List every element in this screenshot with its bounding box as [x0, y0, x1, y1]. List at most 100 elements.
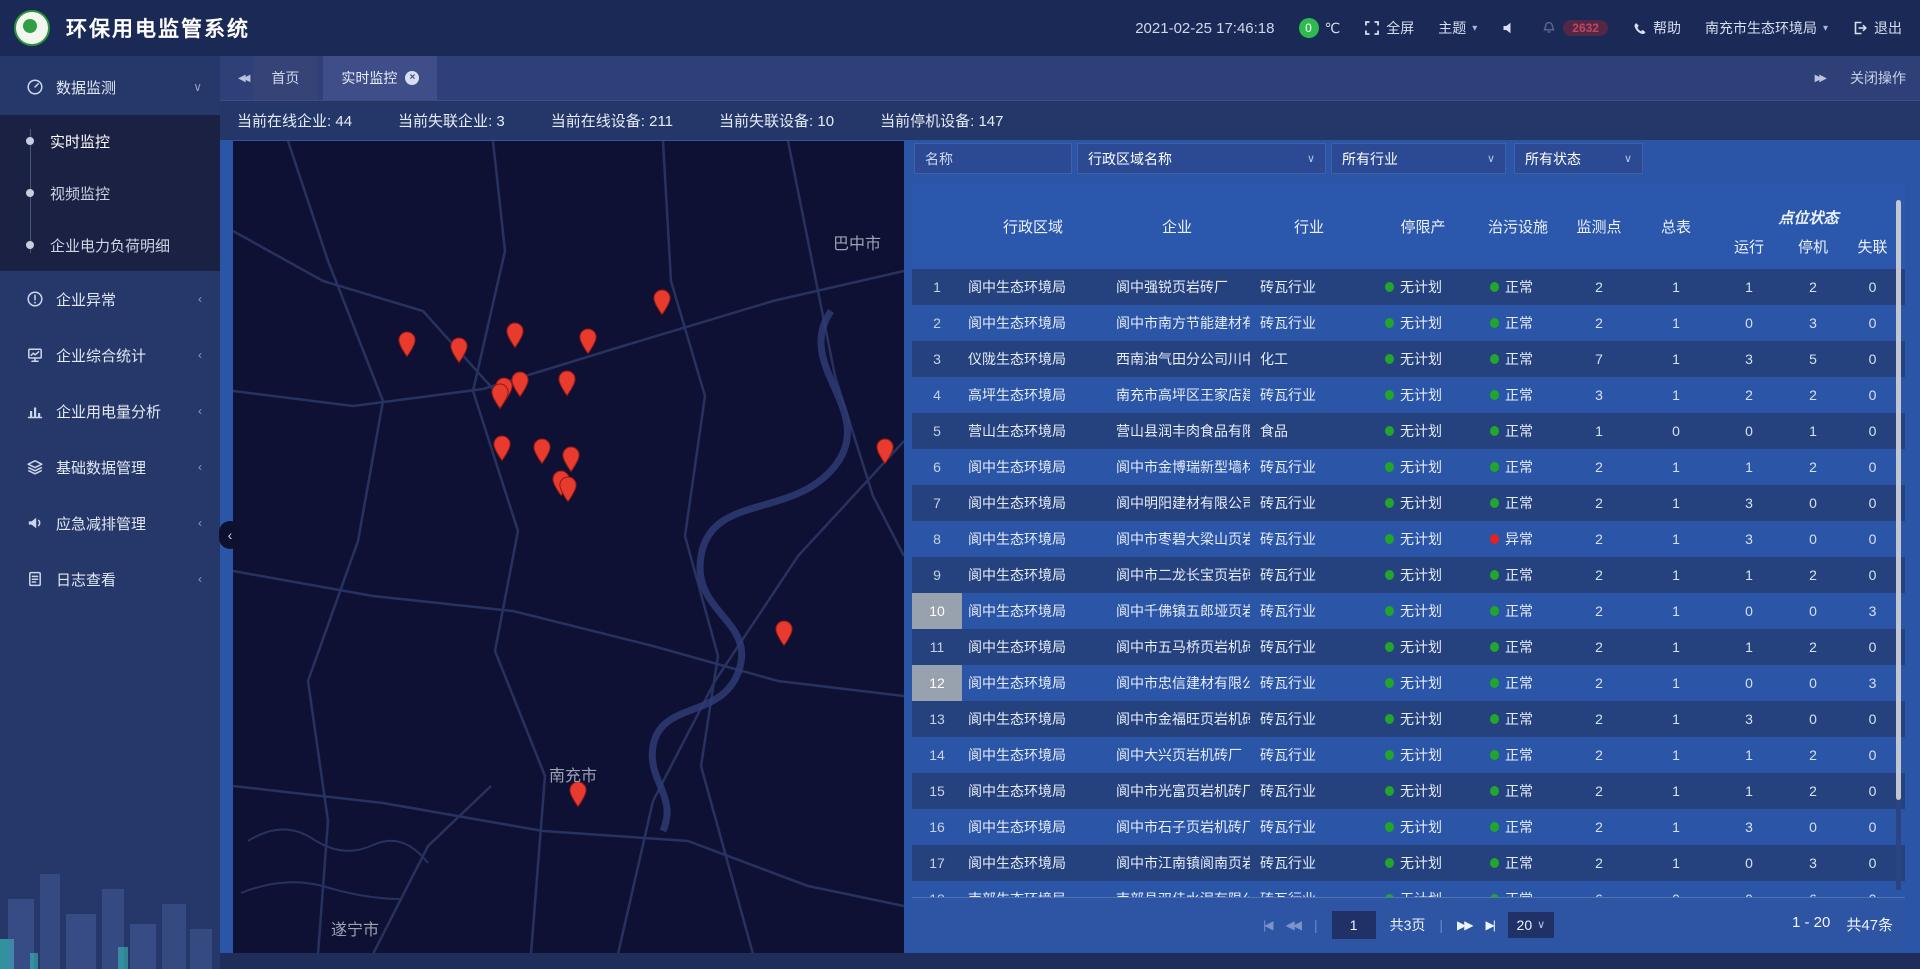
status-dot-green — [1385, 714, 1394, 724]
column-header-region: 行政区域 — [962, 184, 1104, 269]
close-operations-button[interactable]: 关闭操作 — [1850, 68, 1906, 88]
sidebar-item-enterprise-statistics[interactable]: 企业综合统计‹ — [0, 327, 220, 383]
cell-company: 阆中市金福旺页岩机砖 — [1104, 701, 1250, 737]
app-title: 环保用电监管系统 — [66, 13, 250, 43]
sidebar-item-data-monitoring[interactable]: 数据监测∨ — [0, 59, 220, 115]
layers-icon — [26, 458, 44, 476]
table-row[interactable]: 3仪陇生态环境局西南油气田分公司川中化工无计划正常71350 — [912, 341, 1905, 377]
map-pin[interactable] — [559, 476, 578, 503]
total-pages-label: 共3页 — [1390, 915, 1426, 935]
fullscreen-button[interactable]: 全屏 — [1364, 18, 1414, 38]
tabs-scroll-right-icon[interactable]: ▶▶ — [1815, 73, 1824, 84]
cell-points: 2 — [1558, 773, 1640, 809]
map-pin[interactable] — [775, 620, 794, 647]
cell-index: 15 — [912, 773, 962, 809]
map-pin[interactable] — [493, 435, 512, 462]
cell-company: 阆中市二龙长宝页岩砖 — [1104, 557, 1250, 593]
org-dropdown[interactable]: 南充市生态环境局 ▾ — [1705, 18, 1828, 38]
cell-points: 2 — [1558, 809, 1640, 845]
total-count-label: 共47条 — [1846, 914, 1893, 935]
status-dot-green — [1385, 534, 1394, 544]
cell-meters: 1 — [1640, 665, 1712, 701]
map-panel[interactable]: 巴中市南充市遂宁市 — [233, 141, 904, 954]
cell-meters: 1 — [1640, 593, 1712, 629]
map-city-label: 巴中市 — [833, 230, 881, 254]
sidebar-item-log-view[interactable]: 日志查看‹ — [0, 551, 220, 607]
logout-button[interactable]: 退出 — [1852, 18, 1902, 38]
table-row[interactable]: 7阆中生态环境局阆中明阳建材有限公司砖瓦行业无计划正常21300 — [912, 485, 1905, 521]
sidebar-subitem[interactable]: 企业电力负荷明细 — [0, 219, 220, 271]
cell-running: 1 — [1712, 629, 1786, 665]
cell-stop-limit: 无计划 — [1368, 665, 1478, 701]
table-row[interactable]: 6阆中生态环境局阆中市金博瑞新型墙材砖瓦行业无计划正常21120 — [912, 449, 1905, 485]
table-row[interactable]: 8阆中生态环境局阆中市枣碧大梁山页岩砖瓦行业无计划异常21300 — [912, 521, 1905, 557]
last-page-button[interactable]: ▶| — [1486, 918, 1494, 932]
table-scrollbar[interactable] — [1896, 200, 1901, 890]
table-row[interactable]: 18南部生态环境局南部县双佳水泥有限公砖瓦行业无计划正常60060 — [912, 881, 1905, 897]
prev-page-button[interactable]: ◀◀ — [1285, 918, 1299, 932]
map-pin[interactable] — [491, 383, 510, 410]
table-body: 1阆中生态环境局阆中强锐页岩砖厂砖瓦行业无计划正常211202阆中生态环境局阆中… — [912, 269, 1905, 897]
status-dot-green — [1385, 390, 1394, 400]
cell-region: 阆中生态环境局 — [962, 593, 1104, 629]
map-pin[interactable] — [398, 331, 417, 358]
region-select[interactable]: 行政区域名称 ∨ — [1077, 143, 1326, 174]
status-select[interactable]: 所有状态 ∨ — [1514, 143, 1643, 174]
table-row[interactable]: 17阆中生态环境局阆中市江南镇阆南页岩砖瓦行业无计划正常21030 — [912, 845, 1905, 881]
status-dot-green — [1490, 282, 1499, 292]
map-pin[interactable] — [511, 371, 530, 398]
map-pin[interactable] — [506, 322, 525, 349]
page-number-input[interactable]: 1 — [1332, 911, 1376, 939]
table-row[interactable]: 14阆中生态环境局阆中大兴页岩机砖厂砖瓦行业无计划正常21120 — [912, 737, 1905, 773]
table-row[interactable]: 5营山生态环境局营山县润丰肉食品有限食品无计划正常10010 — [912, 413, 1905, 449]
map-pin[interactable] — [579, 328, 598, 355]
table-row[interactable]: 1阆中生态环境局阆中强锐页岩砖厂砖瓦行业无计划正常21120 — [912, 269, 1905, 305]
table-row[interactable]: 15阆中生态环境局阆中市光富页岩机砖厂砖瓦行业无计划正常21120 — [912, 773, 1905, 809]
app-logo-icon — [14, 10, 50, 46]
collapse-sidebar-button[interactable]: ‹ — [219, 521, 241, 549]
cell-industry: 砖瓦行业 — [1250, 845, 1368, 881]
close-icon[interactable]: × — [405, 71, 419, 85]
table-row[interactable]: 2阆中生态环境局阆中市南方节能建材有砖瓦行业无计划正常21030 — [912, 305, 1905, 341]
map-pin[interactable] — [876, 438, 895, 465]
map-pin[interactable] — [558, 370, 577, 397]
sidebar-item-emergency-reduction[interactable]: 应急减排管理‹ — [0, 495, 220, 551]
tab-home[interactable]: 首页 — [253, 56, 317, 100]
map-pin[interactable] — [562, 446, 581, 473]
help-button[interactable]: 帮助 — [1632, 18, 1681, 38]
sidebar-subitem[interactable]: 实时监控 — [0, 115, 220, 167]
sidebar-item-base-data[interactable]: 基础数据管理‹ — [0, 439, 220, 495]
next-page-button[interactable]: ▶▶ — [1457, 918, 1471, 932]
mute-speaker-icon[interactable] — [1501, 20, 1517, 36]
cell-region: 仪陇生态环境局 — [962, 341, 1104, 377]
theme-dropdown[interactable]: 主题 ▾ — [1438, 18, 1477, 38]
cell-meters: 0 — [1640, 413, 1712, 449]
industry-select[interactable]: 所有行业 ∨ — [1331, 143, 1506, 174]
scrollbar-thumb[interactable] — [1896, 200, 1901, 800]
tab-realtime-monitor[interactable]: 实时监控 × — [323, 56, 437, 100]
cell-stop-limit: 无计划 — [1368, 485, 1478, 521]
first-page-button[interactable]: |◀ — [1263, 918, 1271, 932]
table-row[interactable]: 12阆中生态环境局阆中市忠信建材有限公砖瓦行业无计划正常21003 — [912, 665, 1905, 701]
notification-area[interactable]: 2632 — [1541, 20, 1608, 36]
map-pin[interactable] — [533, 438, 552, 465]
map-pin[interactable] — [450, 337, 469, 364]
table-row[interactable]: 10阆中生态环境局阆中千佛镇五郎垭页岩砖瓦行业无计划正常21003 — [912, 593, 1905, 629]
name-search-input[interactable] — [914, 143, 1072, 174]
tabs-scroll-left-icon[interactable]: ◀◀ — [238, 73, 247, 84]
table-row[interactable]: 13阆中生态环境局阆中市金福旺页岩机砖砖瓦行业无计划正常21300 — [912, 701, 1905, 737]
column-header-industry: 行业 — [1250, 184, 1368, 269]
table-row[interactable]: 4高坪生态环境局南充市高坪区王家店建砖瓦行业无计划正常31220 — [912, 377, 1905, 413]
table-row[interactable]: 11阆中生态环境局阆中市五马桥页岩机砖砖瓦行业无计划正常21120 — [912, 629, 1905, 665]
table-row[interactable]: 16阆中生态环境局阆中市石子页岩机砖厂砖瓦行业无计划正常21300 — [912, 809, 1905, 845]
sidebar-item-enterprise-abnormal[interactable]: 企业异常‹ — [0, 271, 220, 327]
page-size-select[interactable]: 20 ∨ — [1508, 912, 1554, 938]
map-pin[interactable] — [653, 289, 672, 316]
sidebar-item-electricity-analysis[interactable]: 企业用电量分析‹ — [0, 383, 220, 439]
sidebar-subitem[interactable]: 视频监控 — [0, 167, 220, 219]
table-row[interactable]: 9阆中生态环境局阆中市二龙长宝页岩砖砖瓦行业无计划正常21120 — [912, 557, 1905, 593]
cell-region: 阆中生态环境局 — [962, 809, 1104, 845]
cell-running: 3 — [1712, 809, 1786, 845]
cell-running: 1 — [1712, 557, 1786, 593]
tab-bar: ◀◀ 首页 实时监控 × ▶▶ 关闭操作 — [220, 56, 1920, 101]
